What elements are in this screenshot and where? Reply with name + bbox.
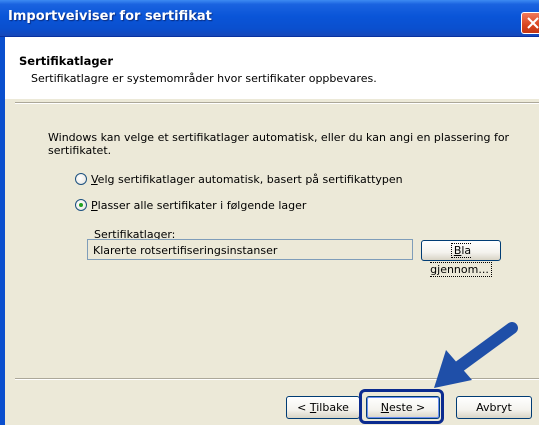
close-button[interactable] — [521, 12, 539, 34]
header-divider — [15, 102, 539, 104]
pointer-arrow-icon — [434, 322, 518, 388]
intro-text: Windows kan velge et sertifikatlager aut… — [48, 131, 518, 157]
store-field: Klarerte rotsertifiseringsinstanser — [87, 239, 413, 260]
radio-manual-label: Plasser alle sertifikater i følgende lag… — [91, 198, 307, 212]
wizard-header: Sertifikatlager Sertifikatlagre er syste… — [5, 37, 539, 99]
radio-manual-store[interactable]: Plasser alle sertifikater i følgende lag… — [75, 197, 306, 213]
browse-button-label: Bla gjennom... — [430, 243, 492, 277]
title-bar[interactable]: Importveiviser for sertifikat — [0, 0, 539, 37]
browse-button[interactable]: Bla gjennom... — [421, 240, 501, 277]
close-icon — [527, 17, 539, 29]
radio-button-manual[interactable] — [75, 199, 87, 211]
intro-line-2: sertifikatet. — [48, 144, 112, 157]
window-title: Importveiviser for sertifikat — [8, 9, 212, 24]
radio-button-auto[interactable] — [75, 173, 87, 185]
page-subtitle: Sertifikatlagre er systemområder hvor se… — [31, 72, 377, 85]
cancel-button[interactable]: Avbryt — [456, 396, 532, 419]
page-title: Sertifikatlager — [19, 54, 114, 68]
store-field-value: Klarerte rotsertifiseringsinstanser — [93, 244, 278, 257]
radio-auto-store[interactable]: Velg sertifikatlager automatisk, basert … — [75, 171, 403, 187]
back-button[interactable]: < Tilbake — [286, 396, 360, 419]
import-wizard-window: Importveiviser for sertifikat Sertifikat… — [0, 0, 539, 425]
next-button-highlight — [359, 389, 444, 424]
intro-line-1: Windows kan velge et sertifikatlager aut… — [48, 131, 510, 144]
radio-auto-label: Velg sertifikatlager automatisk, basert … — [91, 172, 403, 186]
